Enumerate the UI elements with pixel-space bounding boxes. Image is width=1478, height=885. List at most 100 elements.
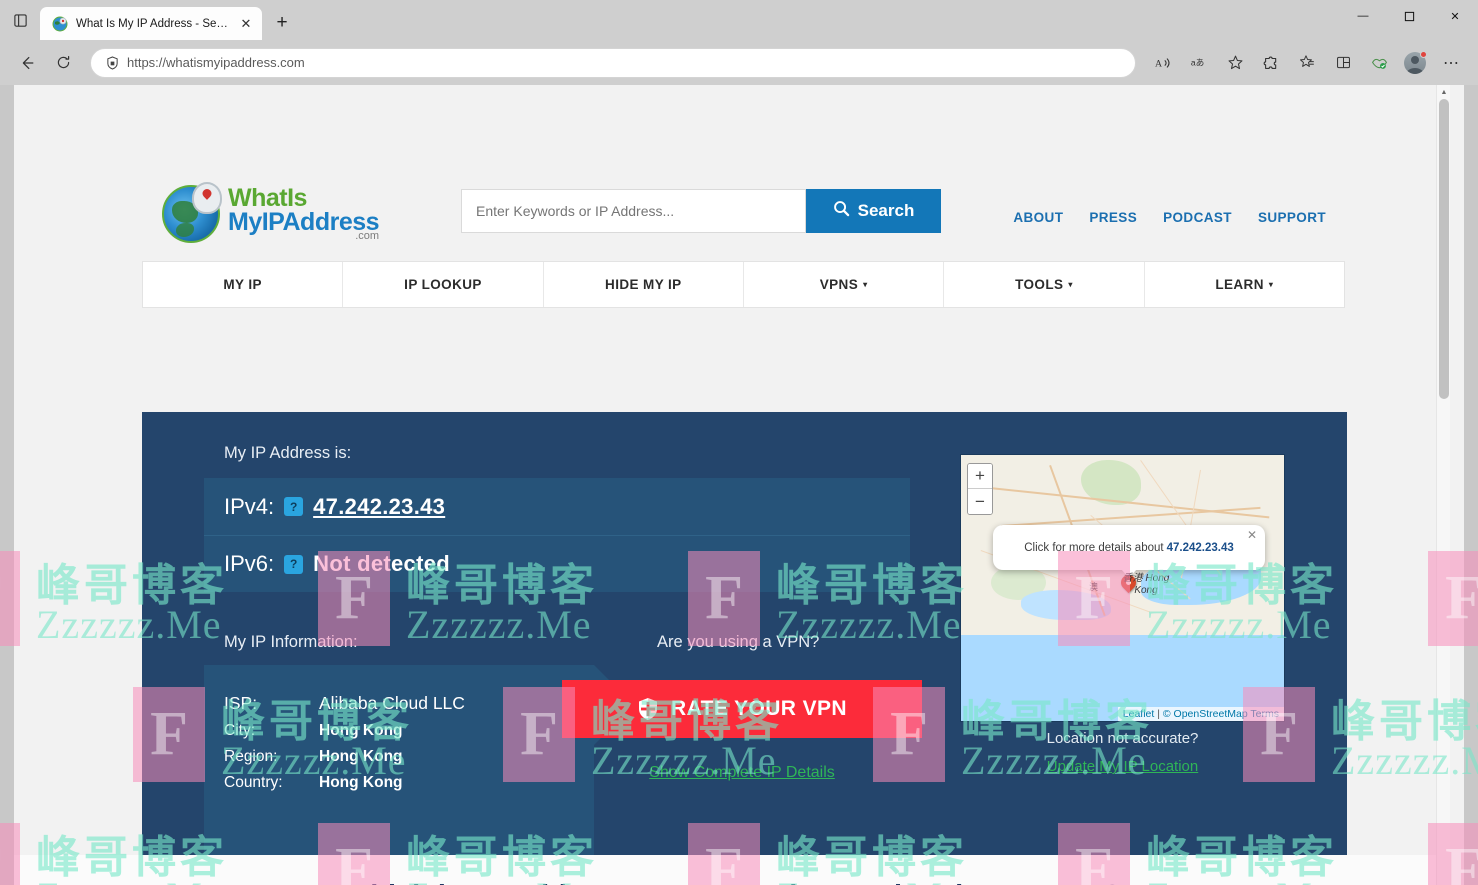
nav-link-press[interactable]: PRESS (1089, 210, 1137, 225)
scroll-up-arrow-icon[interactable]: ▲ (1437, 85, 1451, 99)
web-page: WhatIs MyIPAddress .com Search ABOUT PR (14, 85, 1450, 885)
map-city-label-line2: Kong (1134, 585, 1157, 596)
translate-icon[interactable]: aあ (1182, 47, 1216, 79)
browser-window: What Is My IP Address - See You... ✕ + —… (0, 0, 1478, 885)
search-input[interactable] (461, 189, 806, 233)
new-tab-button[interactable]: + (268, 9, 296, 37)
site-favicon-icon (52, 16, 68, 32)
map-attribution: Leaflet | © OpenStreetMap Terms (1118, 707, 1284, 721)
map-popup-text: Click for more details about (1024, 542, 1163, 554)
logo-text: WhatIs MyIPAddress .com (228, 186, 379, 242)
leaflet-link[interactable]: Leaflet (1123, 708, 1155, 720)
info-key: City: (224, 722, 319, 740)
minimize-button[interactable]: — (1340, 0, 1386, 32)
address-bar[interactable]: https://whatismyipaddress.com (90, 48, 1136, 78)
refresh-icon[interactable] (46, 47, 80, 79)
browser-essentials-icon[interactable] (1362, 47, 1396, 79)
nav-item-my-ip[interactable]: MY IP (143, 262, 343, 307)
nav-item-vpns[interactable]: VPNS ▾ (744, 262, 944, 307)
ipv4-row: IPv4: ? 47.242.23.43 (204, 478, 910, 535)
svg-text:aあ: aあ (1190, 57, 1203, 67)
split-screen-icon[interactable] (1326, 47, 1360, 79)
tab-close-icon[interactable]: ✕ (238, 16, 254, 32)
scrollbar-thumb[interactable] (1439, 99, 1449, 399)
map-popup-ip: 47.242.23.43 (1167, 542, 1234, 554)
browser-tab[interactable]: What Is My IP Address - See You... ✕ (40, 7, 262, 40)
nav-item-label: LEARN (1215, 277, 1264, 292)
globe-logo-icon (162, 185, 220, 243)
ip-location-map[interactable]: + − Click for more details about 47.242.… (960, 454, 1285, 722)
site-search: Search (461, 189, 941, 233)
location-accuracy-note: Location not accurate? (960, 730, 1285, 747)
rate-your-vpn-button[interactable]: RATE YOUR VPN (562, 680, 922, 738)
nav-item-label: VPNS (820, 277, 858, 292)
help-icon[interactable]: ? (284, 497, 303, 516)
profile-alert-badge (1420, 51, 1427, 58)
site-info-lock-icon[interactable] (101, 56, 123, 70)
site-logo[interactable]: WhatIs MyIPAddress .com (162, 185, 379, 243)
ipv6-label: IPv6: (224, 551, 274, 577)
maximize-button[interactable] (1386, 0, 1432, 32)
search-button-label: Search (858, 201, 915, 221)
map-city-label: 香港 Hong Kong (1111, 573, 1181, 597)
ip-address-box: IPv4: ? 47.242.23.43 IPv6: ? Not detecte… (204, 478, 910, 592)
more-settings-icon[interactable]: ⋯ (1434, 47, 1468, 79)
nav-item-ip-lookup[interactable]: IP LOOKUP (343, 262, 543, 307)
close-window-button[interactable]: ✕ (1432, 0, 1478, 32)
chevron-down-icon: ▾ (863, 280, 867, 289)
ip-hero-panel: My IP Address is: IPv4: ? 47.242.23.43 I… (142, 412, 1347, 862)
address-bar-url: https://whatismyipaddress.com (127, 55, 305, 70)
nav-item-label: IP LOOKUP (404, 277, 482, 292)
nav-link-support[interactable]: SUPPORT (1258, 210, 1326, 225)
page-scrollbar[interactable]: ▲ (1436, 85, 1450, 885)
info-value: Hong Kong (319, 748, 403, 766)
nav-item-tools[interactable]: TOOLS ▾ (944, 262, 1144, 307)
search-icon (833, 200, 850, 222)
tab-actions-icon[interactable] (0, 0, 40, 40)
info-row-region: Region: Hong Kong (204, 748, 594, 766)
utility-nav: ABOUT PRESS PODCAST SUPPORT (1013, 210, 1326, 225)
ip-information-box: ISP: Alibaba Cloud LLC City: Hong Kong R… (204, 665, 594, 860)
browser-toolbar: https://whatismyipaddress.com A aあ (0, 40, 1478, 85)
shield-icon (637, 697, 659, 721)
info-value: Alibaba Cloud LLC (319, 693, 465, 714)
nav-link-podcast[interactable]: PODCAST (1163, 210, 1232, 225)
nav-item-label: HIDE MY IP (605, 277, 682, 292)
back-arrow-icon[interactable] (10, 47, 44, 79)
window-controls: — ✕ (1340, 0, 1478, 32)
show-complete-ip-details-link[interactable]: Show Complete IP Details (562, 764, 922, 782)
vpn-question-heading: Are you using a VPN? (657, 633, 819, 652)
chevron-down-icon: ▾ (1068, 280, 1072, 289)
map-popup-close-icon[interactable]: ✕ (1247, 528, 1257, 542)
map-popup[interactable]: Click for more details about 47.242.23.4… (993, 525, 1265, 570)
info-value: Hong Kong (319, 774, 403, 792)
info-row-country: Country: Hong Kong (204, 774, 594, 792)
browser-toolbar-buttons: A aあ ⋯ (1146, 47, 1468, 79)
map-pin-logo-icon (192, 182, 222, 214)
update-ip-location-link[interactable]: Update My IP Location (960, 758, 1285, 775)
browser-titlebar: What Is My IP Address - See You... ✕ + —… (0, 0, 1478, 40)
map-city-label-line1: 香港 Hong (1123, 573, 1170, 584)
search-button[interactable]: Search (806, 189, 941, 233)
ipv6-value: Not detected (313, 551, 450, 577)
read-aloud-icon[interactable]: A (1146, 47, 1180, 79)
attribution-separator: | (1157, 708, 1160, 720)
favorite-star-icon[interactable] (1218, 47, 1252, 79)
help-icon[interactable]: ? (284, 555, 303, 574)
extensions-puzzle-icon[interactable] (1254, 47, 1288, 79)
info-key: Region: (224, 748, 319, 766)
rate-your-vpn-label: RATE YOUR VPN (671, 697, 847, 721)
map-zoom-out-button[interactable]: − (968, 489, 992, 514)
ipv6-row: IPv6: ? Not detected (204, 535, 910, 592)
nav-item-hide-my-ip[interactable]: HIDE MY IP (544, 262, 744, 307)
nav-item-learn[interactable]: LEARN ▾ (1145, 262, 1344, 307)
profile-avatar[interactable] (1398, 47, 1432, 79)
map-secondary-label: 澳 (1089, 580, 1098, 593)
osm-link[interactable]: © OpenStreetMap (1163, 708, 1248, 720)
my-ip-heading: My IP Address is: (224, 444, 351, 463)
nav-link-about[interactable]: ABOUT (1013, 210, 1063, 225)
collections-star-icon[interactable] (1290, 47, 1324, 79)
ipv4-value[interactable]: 47.242.23.43 (313, 494, 445, 520)
terms-link[interactable]: Terms (1250, 708, 1279, 720)
map-zoom-in-button[interactable]: + (968, 464, 992, 489)
